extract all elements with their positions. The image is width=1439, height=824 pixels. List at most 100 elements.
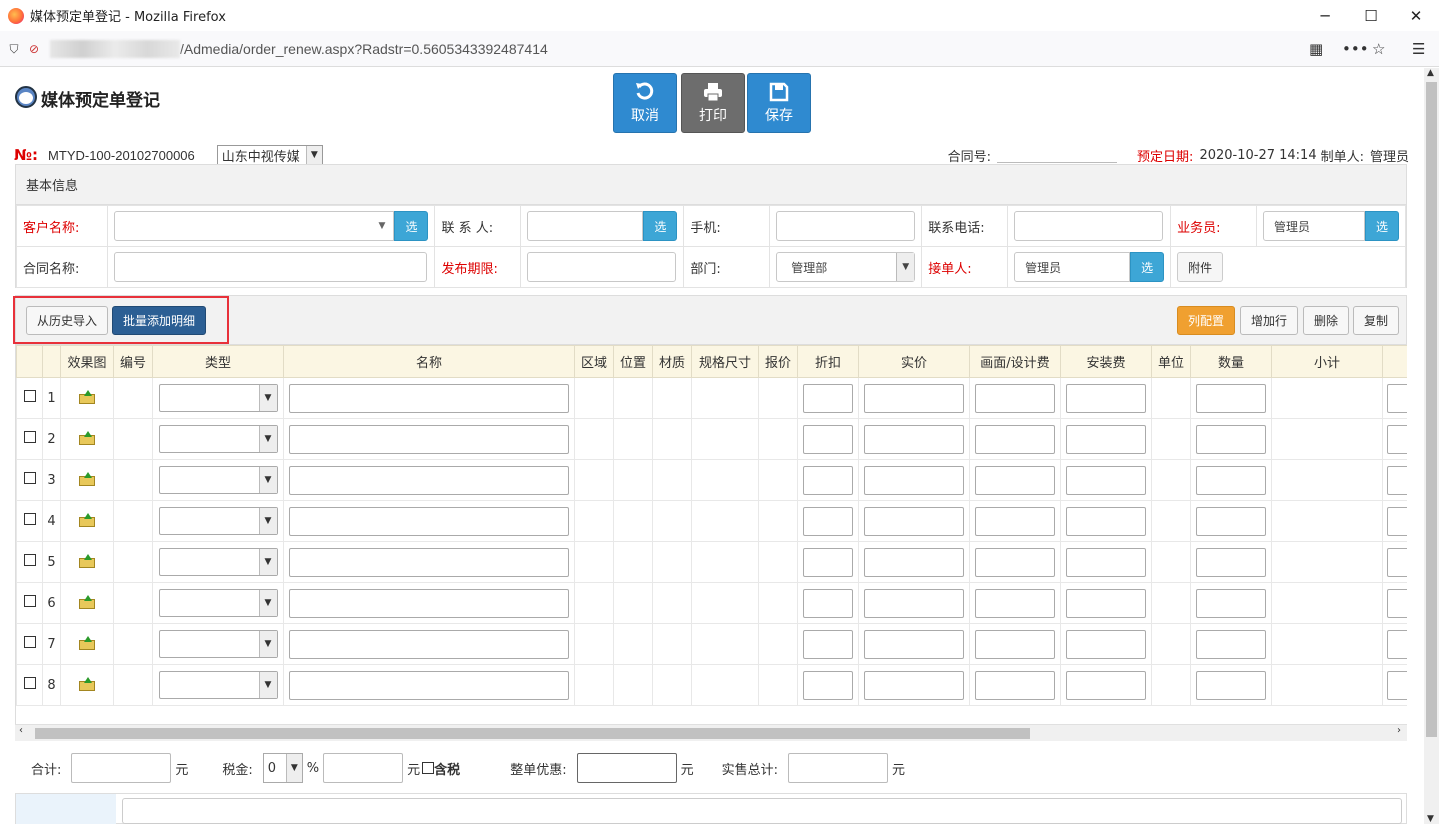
name-input[interactable] <box>289 465 569 495</box>
attachment-button[interactable]: 附件 <box>1177 252 1224 282</box>
quantity-input[interactable] <box>1196 506 1266 536</box>
batch-add-button[interactable]: 批量添加明细 <box>112 306 207 335</box>
address-bar[interactable]: ⛉ ⊘ /Admedia/order_renew.aspx?Radstr=0.5… <box>4 34 1399 64</box>
type-select[interactable]: ▼ <box>158 589 278 617</box>
design-fee-input[interactable] <box>975 383 1055 413</box>
cancel-button[interactable]: 取消 <box>613 73 677 133</box>
dept-select[interactable]: 管理部 ▼ <box>776 252 916 282</box>
url-text[interactable]: /Admedia/order_renew.aspx?Radstr=0.56053… <box>180 41 548 57</box>
import-history-button[interactable]: 从历史导入 <box>26 306 109 335</box>
name-input[interactable] <box>289 424 569 454</box>
horizontal-scrollbar[interactable]: ‹ › <box>15 724 1407 741</box>
row-checkbox[interactable] <box>23 677 36 689</box>
install-fee-input[interactable] <box>1066 465 1146 495</box>
upload-image-icon[interactable] <box>79 471 95 486</box>
type-select[interactable]: ▼ <box>158 425 278 453</box>
upload-image-icon[interactable] <box>79 512 95 527</box>
extra-input[interactable] <box>1387 588 1407 618</box>
row-checkbox[interactable] <box>23 513 36 525</box>
type-select[interactable]: ▼ <box>158 384 278 412</box>
minimize-button[interactable]: ─ <box>1302 0 1348 31</box>
real-price-input[interactable] <box>864 506 964 536</box>
contract-name-input[interactable] <box>114 252 428 282</box>
install-fee-input[interactable] <box>1066 547 1146 577</box>
install-fee-input[interactable] <box>1066 588 1146 618</box>
discount-input[interactable] <box>803 670 853 700</box>
upload-image-icon[interactable] <box>79 635 95 650</box>
maximize-button[interactable]: ☐ <box>1348 0 1394 31</box>
contact-pick-button[interactable]: 选 <box>643 211 678 241</box>
total-input[interactable] <box>71 753 172 783</box>
discount-input[interactable] <box>803 506 853 536</box>
company-select[interactable]: 山东中视传媒 ▼ <box>216 145 323 165</box>
mobile-input[interactable] <box>776 211 916 241</box>
quantity-input[interactable] <box>1196 670 1266 700</box>
real-price-input[interactable] <box>864 670 964 700</box>
extra-input[interactable] <box>1387 629 1407 659</box>
name-input[interactable] <box>289 588 569 618</box>
extra-input[interactable] <box>1387 424 1407 454</box>
row-checkbox[interactable] <box>23 636 36 648</box>
close-window-button[interactable]: ✕ <box>1393 0 1439 31</box>
menu-icon[interactable]: ☰ <box>1412 34 1425 64</box>
bookmark-star-icon[interactable]: ☆ <box>1372 34 1385 64</box>
scrollbar-thumb[interactable] <box>35 728 1030 739</box>
insecure-lock-icon[interactable]: ⊘ <box>24 42 44 56</box>
real-price-input[interactable] <box>864 424 964 454</box>
extra-input[interactable] <box>1387 670 1407 700</box>
real-price-input[interactable] <box>864 588 964 618</box>
quantity-input[interactable] <box>1196 424 1266 454</box>
type-select[interactable]: ▼ <box>158 507 278 535</box>
more-actions-icon[interactable]: ••• <box>1342 34 1369 64</box>
save-button[interactable]: 保存 <box>747 73 811 133</box>
discount-input[interactable] <box>803 588 853 618</box>
extra-input[interactable] <box>1387 547 1407 577</box>
tax-amount-input[interactable] <box>323 753 404 783</box>
extra-input[interactable] <box>1387 383 1407 413</box>
install-fee-input[interactable] <box>1066 629 1146 659</box>
scroll-left-icon[interactable]: ‹ <box>19 725 23 736</box>
row-checkbox[interactable] <box>23 472 36 484</box>
type-select[interactable]: ▼ <box>158 466 278 494</box>
discount-input[interactable] <box>576 753 677 783</box>
type-select[interactable]: ▼ <box>158 671 278 699</box>
install-fee-input[interactable] <box>1066 424 1146 454</box>
type-select[interactable]: ▼ <box>158 548 278 576</box>
design-fee-input[interactable] <box>975 670 1055 700</box>
name-input[interactable] <box>289 629 569 659</box>
row-checkbox[interactable] <box>23 554 36 566</box>
upload-image-icon[interactable] <box>79 389 95 404</box>
contract-no-input[interactable] <box>997 147 1118 163</box>
discount-input[interactable] <box>803 424 853 454</box>
install-fee-input[interactable] <box>1066 506 1146 536</box>
phone-input[interactable] <box>1014 211 1164 241</box>
add-row-button[interactable]: 增加行 <box>1240 306 1299 335</box>
discount-input[interactable] <box>803 629 853 659</box>
delete-button[interactable]: 删除 <box>1303 306 1350 335</box>
tax-rate-select[interactable]: 0 ▼ <box>262 753 303 783</box>
vertical-scrollbar[interactable]: ▲ ▼ <box>1424 68 1439 824</box>
qr-code-icon[interactable]: ▦ <box>1309 34 1323 64</box>
period-input[interactable] <box>527 252 677 282</box>
quantity-input[interactable] <box>1196 465 1266 495</box>
upload-image-icon[interactable] <box>79 430 95 445</box>
copy-button[interactable]: 复制 <box>1353 306 1400 335</box>
scroll-up-icon[interactable]: ▲ <box>1427 68 1434 78</box>
real-price-input[interactable] <box>864 383 964 413</box>
row-checkbox[interactable] <box>23 390 36 402</box>
receiver-pick-button[interactable]: 选 <box>1130 252 1165 282</box>
discount-input[interactable] <box>803 465 853 495</box>
discount-input[interactable] <box>803 547 853 577</box>
upload-image-icon[interactable] <box>79 553 95 568</box>
name-input[interactable] <box>289 383 569 413</box>
design-fee-input[interactable] <box>975 588 1055 618</box>
discount-input[interactable] <box>803 383 853 413</box>
design-fee-input[interactable] <box>975 465 1055 495</box>
design-fee-input[interactable] <box>975 424 1055 454</box>
row-checkbox[interactable] <box>23 595 36 607</box>
salesman-pick-button[interactable]: 选 <box>1365 211 1399 241</box>
salesman-input[interactable]: 管理员 <box>1263 211 1365 241</box>
print-button[interactable]: 打印 <box>681 73 745 133</box>
real-price-input[interactable] <box>864 629 964 659</box>
quantity-input[interactable] <box>1196 629 1266 659</box>
